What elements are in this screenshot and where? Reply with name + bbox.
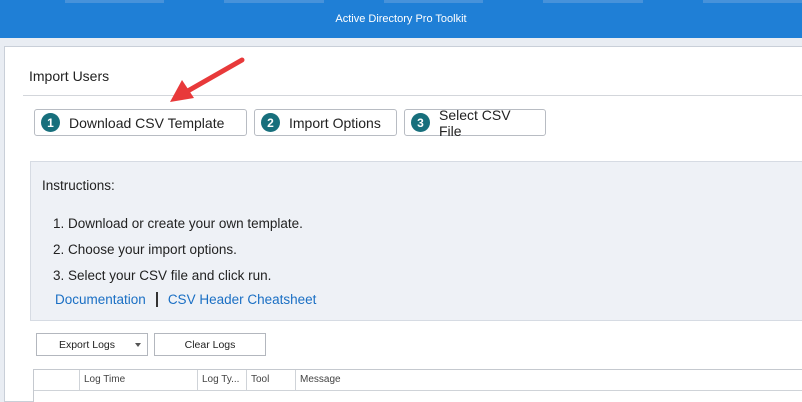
select-csv-file-button[interactable]: 3 Select CSV File bbox=[404, 106, 546, 139]
import-users-panel: Import Users 1 Download CSV Template 2 I… bbox=[4, 46, 802, 402]
column-header-tool[interactable]: Tool bbox=[247, 370, 296, 390]
clear-logs-label: Clear Logs bbox=[184, 338, 236, 351]
title-bar: Active Directory Pro Toolkit bbox=[0, 0, 802, 38]
panel-title: Import Users bbox=[29, 68, 110, 84]
export-logs-label: Export Logs bbox=[58, 338, 116, 351]
step-3-badge: 3 bbox=[411, 113, 430, 132]
window-title: Active Directory Pro Toolkit bbox=[335, 13, 467, 25]
step-1-label: Download CSV Template bbox=[69, 114, 225, 131]
column-header-select[interactable] bbox=[34, 370, 80, 390]
download-csv-template-button[interactable]: 1 Download CSV Template bbox=[34, 109, 247, 136]
instruction-item: 2. Choose your import options. bbox=[53, 242, 237, 257]
documentation-link[interactable]: Documentation bbox=[55, 292, 146, 307]
step-2-badge: 2 bbox=[261, 113, 280, 132]
instruction-item: 3. Select your CSV file and click run. bbox=[53, 268, 272, 283]
log-table: Log Time Log Ty... Tool Message bbox=[33, 369, 802, 402]
help-links: Documentation CSV Header Cheatsheet bbox=[55, 292, 316, 307]
log-table-header: Log Time Log Ty... Tool Message bbox=[34, 370, 802, 391]
instructions-list: 1. Download or create your own template.… bbox=[53, 211, 303, 289]
step-3-label: Select CSV File bbox=[439, 106, 511, 139]
column-header-log-type[interactable]: Log Ty... bbox=[198, 370, 247, 390]
step-1-badge: 1 bbox=[41, 113, 60, 132]
column-header-message[interactable]: Message bbox=[296, 370, 802, 390]
clear-logs-button[interactable]: Clear Logs bbox=[154, 333, 266, 356]
top-tab-strip bbox=[0, 0, 802, 4]
step-2-label: Import Options bbox=[289, 114, 381, 131]
export-logs-dropdown[interactable]: Export Logs bbox=[36, 333, 148, 356]
chevron-down-icon bbox=[135, 343, 141, 347]
instructions-title: Instructions: bbox=[42, 178, 115, 193]
column-header-log-time[interactable]: Log Time bbox=[80, 370, 198, 390]
instruction-item: 1. Download or create your own template. bbox=[53, 216, 303, 231]
csv-header-cheatsheet-link[interactable]: CSV Header Cheatsheet bbox=[168, 292, 317, 307]
import-options-button[interactable]: 2 Import Options bbox=[254, 109, 397, 136]
panel-divider bbox=[23, 95, 802, 96]
link-separator bbox=[155, 292, 158, 307]
instructions-box: Instructions: 1. Download or create your… bbox=[30, 161, 802, 321]
